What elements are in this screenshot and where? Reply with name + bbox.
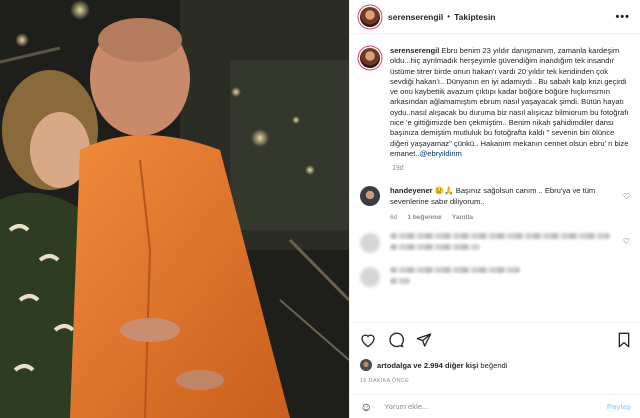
liker-avatar[interactable] [360,359,372,371]
author-username[interactable]: serenserengil [388,12,443,22]
caption-text: serenserengil Ebru benim 23 yıldır danış… [390,46,630,159]
comment-icon[interactable] [388,332,405,350]
caption-time[interactable]: 19d [392,165,630,172]
liker-username[interactable]: artodalga [377,361,411,370]
blurred-avatar [360,232,380,253]
post-actions: artodalga ve 2.994 diğer kişi beğendi 16… [350,322,640,384]
action-icons-row [360,331,631,351]
emoji-icon[interactable]: ☺ [360,400,372,414]
bookmark-icon[interactable] [617,332,631,350]
blurred-comment-text-2 [390,266,520,289]
comment-time[interactable]: 6d [390,214,397,221]
comment-reply-link[interactable]: Yanıtla [452,214,473,221]
likes-summary: artodalga ve 2.994 diğer kişi beğendi [360,359,631,371]
likes-count-link[interactable]: ve 2.994 diğer kişi [411,361,478,370]
blurred-comment: ♡ [360,232,630,255]
instagram-post: serenserengil • Takiptesin ••• serensere… [0,0,640,418]
blurred-avatar-2 [360,266,380,287]
post-photo[interactable] [0,0,349,418]
comment-text: handeyener 😢🙏 Başınız sağolsun canım .. … [390,186,623,207]
comment-meta: 6d 1 beğenme Yanıtla [390,214,630,221]
caption-body: Ebru benim 23 yıldır danışmanım, zamanla… [390,46,629,158]
caption-avatar[interactable] [360,48,380,68]
caption: serenserengil Ebru benim 23 yıldır danış… [360,46,630,159]
post-header: serenserengil • Takiptesin ••• [350,0,640,34]
blurred-comment-heart-icon[interactable]: ♡ [623,237,630,246]
comment-input[interactable]: Yorum ekle... [384,402,428,411]
follow-status-button[interactable]: Takiptesin [454,12,495,22]
commenter-avatar[interactable] [360,186,380,207]
commenter-username[interactable]: handeyener [390,186,433,195]
likes-suffix: beğendi [478,360,508,370]
add-comment-bar: ☺ Yorum ekle... Paylaş [350,394,640,418]
couple-photo-image [0,0,349,418]
post-side-panel: serenserengil • Takiptesin ••• serensere… [349,0,640,418]
heart-outline-icon[interactable] [360,333,376,350]
more-options-icon[interactable]: ••• [615,11,630,23]
comment-item: handeyener 😢🙏 Başınız sağolsun canım .. … [360,186,630,207]
blurred-comment-2 [360,266,630,289]
separator-dot: • [447,12,451,21]
comment-likes-count[interactable]: 1 beğenme [407,214,441,221]
caption-username[interactable]: serenserengil [390,46,439,55]
likes-text: artodalga ve 2.994 diğer kişi beğendi [377,361,507,370]
comment-like-heart-icon[interactable]: ♡ [623,192,630,207]
comments-area[interactable]: serenserengil Ebru benim 23 yıldır danış… [350,34,640,319]
author-avatar[interactable] [360,6,380,27]
paper-plane-icon[interactable] [416,332,432,350]
post-comment-button[interactable]: Paylaş [607,402,631,411]
post-timestamp[interactable]: 16 DAKİKA ÖNCE [360,378,631,384]
caption-mention-link[interactable]: @ebryildirim [420,149,462,158]
blurred-comment-text [390,232,610,255]
